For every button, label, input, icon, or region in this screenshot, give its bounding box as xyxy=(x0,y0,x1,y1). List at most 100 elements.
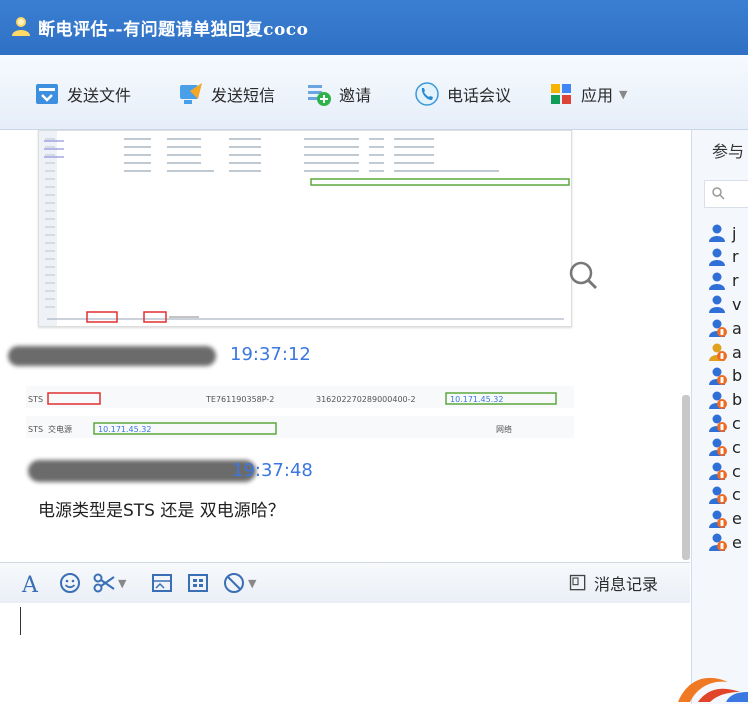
member-item[interactable]: a xyxy=(708,342,742,362)
cell-text: 交电源 xyxy=(48,424,72,434)
cell-text: 10.171.45.32 xyxy=(98,425,151,434)
smiley-icon xyxy=(60,573,80,593)
mobile-user-icon xyxy=(709,414,727,433)
user-icon xyxy=(709,224,725,242)
sender-name-redacted xyxy=(8,346,216,366)
window-title: 断电评估--有问题请单独回复coco xyxy=(38,20,309,40)
member-item[interactable]: c xyxy=(708,413,741,433)
search-icon xyxy=(712,187,725,200)
mobile-user-icon xyxy=(709,533,727,552)
screenshot-image-small[interactable]: STS TE761190358P-2 316202270289000400-2 … xyxy=(26,386,574,444)
mobile-user-icon xyxy=(709,486,727,504)
table-thumbnail: STS TE761190358P-2 316202270289000400-2 … xyxy=(26,386,574,438)
cell-text: TE761190358P-2 xyxy=(205,395,274,404)
send-file-icon xyxy=(36,84,58,104)
message-text: 电源类型是STS 还是 双电源哈？ xyxy=(38,501,285,521)
mobile-user-icon xyxy=(709,438,727,457)
screenshot-image[interactable] xyxy=(38,130,598,327)
message-input[interactable] xyxy=(0,603,690,704)
member-item[interactable]: c xyxy=(708,461,741,481)
sms-icon xyxy=(180,83,202,104)
history-icon xyxy=(569,574,586,591)
cell-text: 网络 xyxy=(496,424,512,434)
send-file-button[interactable]: 发送文件 xyxy=(34,80,131,108)
block-button[interactable]: ▼ xyxy=(222,569,256,597)
text-cursor xyxy=(20,607,21,635)
cell-text: 10.171.45.32 xyxy=(450,395,503,404)
members-panel: 参与 jrrvaabbccccee xyxy=(691,130,748,704)
member-search-input[interactable] xyxy=(704,180,748,208)
cell-text: STS xyxy=(28,395,43,404)
phone-meeting-button[interactable]: 电话会议 xyxy=(414,80,511,108)
zoom-icon[interactable] xyxy=(567,259,601,293)
member-name: e xyxy=(732,532,742,552)
member-item[interactable]: c xyxy=(708,485,741,505)
member-name: c xyxy=(732,437,741,457)
chevron-down-icon: ▼ xyxy=(619,87,628,101)
member-name: r xyxy=(732,271,739,291)
svg-text:A: A xyxy=(21,573,39,595)
mobile-user-icon xyxy=(709,367,727,385)
member-name: a xyxy=(732,318,742,338)
member-name: r xyxy=(732,247,739,267)
member-item[interactable]: b xyxy=(708,366,742,386)
mobile-user-icon xyxy=(709,391,727,409)
mobile-user-icon xyxy=(709,510,727,528)
phone-icon xyxy=(415,82,439,106)
message-time: 19:37:12 xyxy=(230,344,311,365)
grid-icon xyxy=(188,574,208,592)
member-name: e xyxy=(732,509,742,529)
member-name: c xyxy=(732,413,741,433)
members-panel-title: 参与 xyxy=(712,142,745,161)
message-time: 19:37:48 xyxy=(232,460,313,481)
user-icon xyxy=(12,17,30,36)
prohibited-icon xyxy=(224,573,244,593)
send-sms-button[interactable]: 发送短信 xyxy=(178,80,275,108)
image-icon xyxy=(152,574,172,592)
mobile-user-icon xyxy=(709,343,727,361)
user-icon xyxy=(709,272,725,290)
chat-history[interactable]: 19:37:12 STS TE761190358P-2 316202270289… xyxy=(0,130,688,562)
member-item[interactable]: e xyxy=(708,509,742,529)
member-item[interactable]: v xyxy=(708,294,741,314)
emoji-button[interactable] xyxy=(58,569,82,597)
member-item[interactable]: e xyxy=(708,532,742,552)
toolbar: 发送文件 发送短信 邀请 电话会议 应用 ▼ xyxy=(0,55,748,130)
apps-grid-icon xyxy=(551,84,571,104)
member-item[interactable]: j xyxy=(708,223,736,243)
member-name: c xyxy=(732,485,741,505)
scissors-icon xyxy=(93,573,115,593)
member-item[interactable]: c xyxy=(708,437,741,457)
invite-icon xyxy=(308,85,331,106)
chevron-down-icon: ▼ xyxy=(248,576,257,590)
member-item[interactable]: r xyxy=(708,247,739,267)
member-item[interactable]: r xyxy=(708,271,739,291)
member-name: c xyxy=(732,461,741,481)
chevron-down-icon: ▼ xyxy=(118,576,127,590)
screenshot-button[interactable]: ▼ xyxy=(92,569,126,597)
member-name: b xyxy=(732,366,743,386)
member-name: j xyxy=(732,223,737,243)
spreadsheet-thumbnail xyxy=(39,131,570,326)
member-item[interactable]: a xyxy=(708,318,742,338)
message-history-button[interactable]: 消息记录 xyxy=(568,569,658,597)
chat-scrollbar[interactable] xyxy=(682,395,690,560)
font-button[interactable]: A xyxy=(20,569,44,597)
mobile-user-icon xyxy=(709,462,727,480)
layout-button[interactable] xyxy=(186,569,210,597)
cell-text: STS xyxy=(28,425,43,434)
send-image-button[interactable] xyxy=(150,569,174,597)
member-name: b xyxy=(732,390,743,410)
apps-menu-button[interactable]: 应用 ▼ xyxy=(548,80,627,108)
sender-name-redacted xyxy=(28,460,256,482)
app-logo-swirl xyxy=(678,677,748,702)
cell-text: 316202270289000400-2 xyxy=(316,395,416,404)
input-toolbar: A ▼ ▼ 消息记录 xyxy=(0,562,690,604)
member-name: v xyxy=(732,294,742,314)
member-item[interactable]: b xyxy=(708,390,742,410)
member-name: a xyxy=(732,342,742,362)
invite-button[interactable]: 邀请 xyxy=(306,80,371,108)
user-icon xyxy=(709,248,725,266)
font-icon: A xyxy=(21,573,39,595)
mobile-user-icon xyxy=(709,319,727,338)
